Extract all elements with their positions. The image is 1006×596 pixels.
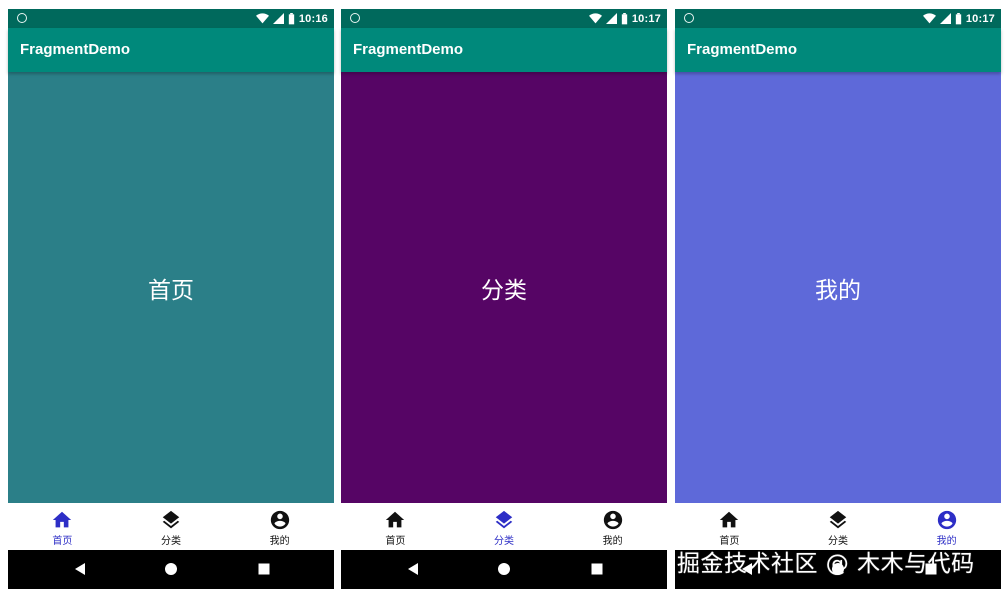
bottom-navigation: 首页 分类 我的 xyxy=(341,503,667,550)
nav-tab-home[interactable]: 首页 xyxy=(8,503,117,550)
notification-dot-icon xyxy=(350,13,360,23)
nav-tab-label: 首页 xyxy=(385,536,406,547)
status-icons: 10:17 xyxy=(588,9,661,28)
signal-icon xyxy=(939,13,951,24)
status-icons: 10:17 xyxy=(922,9,995,28)
back-icon[interactable] xyxy=(406,562,420,576)
account-circle-icon xyxy=(937,510,956,530)
layers-icon xyxy=(162,510,180,529)
app-title: FragmentDemo xyxy=(687,41,798,58)
system-navigation-bar xyxy=(341,550,667,589)
battery-icon xyxy=(955,12,962,24)
status-bar: 10:17 xyxy=(341,9,667,28)
app-bar: FragmentDemo xyxy=(341,28,667,72)
status-icons: 10:16 xyxy=(255,9,328,28)
notification-dot-icon xyxy=(17,13,27,23)
layers-icon xyxy=(829,510,847,529)
status-time: 10:17 xyxy=(965,12,995,25)
nav-tab-label: 我的 xyxy=(269,536,290,547)
nav-tab-home[interactable]: 首页 xyxy=(675,503,784,550)
wifi-icon xyxy=(922,13,936,24)
status-bar: 10:17 xyxy=(675,9,1001,28)
fragment-label: 我的 xyxy=(815,277,861,304)
fragment-label: 首页 xyxy=(148,277,194,304)
watermark-text: 掘金技术社区 @ 木木与代码 xyxy=(677,551,975,577)
nav-tab-mine[interactable]: 我的 xyxy=(558,503,667,550)
recents-square-icon[interactable] xyxy=(590,562,604,576)
layers-icon xyxy=(495,510,513,529)
battery-icon xyxy=(621,12,628,24)
notification-dot-icon xyxy=(684,13,694,23)
fragment-label: 分类 xyxy=(481,277,527,304)
fragment-content: 首页 xyxy=(8,72,334,503)
account-circle-icon xyxy=(603,510,622,530)
nav-tab-label: 首页 xyxy=(52,536,73,547)
fragment-content: 我的 xyxy=(675,72,1001,503)
app-bar: FragmentDemo xyxy=(8,28,334,72)
phone-screen-category: 10:17 FragmentDemo 分类 首页 分类 我的 xyxy=(341,9,667,589)
nav-tab-home[interactable]: 首页 xyxy=(341,503,450,550)
battery-icon xyxy=(288,12,295,24)
app-bar: FragmentDemo xyxy=(675,28,1001,72)
home-circle-icon[interactable] xyxy=(164,562,178,576)
status-time: 10:17 xyxy=(631,12,661,25)
bottom-navigation: 首页 分类 我的 xyxy=(8,503,334,550)
status-time: 10:16 xyxy=(298,12,328,25)
nav-tab-category[interactable]: 分类 xyxy=(784,503,893,550)
recents-square-icon[interactable] xyxy=(257,562,271,576)
status-bar: 10:16 xyxy=(8,9,334,28)
nav-tab-label: 我的 xyxy=(602,536,623,547)
app-title: FragmentDemo xyxy=(353,41,464,58)
home-circle-icon[interactable] xyxy=(497,562,511,576)
home-icon xyxy=(720,511,739,528)
wifi-icon xyxy=(588,13,602,24)
back-icon[interactable] xyxy=(73,562,87,576)
fragment-content: 分类 xyxy=(341,72,667,503)
wifi-icon xyxy=(255,13,269,24)
nav-tab-label: 分类 xyxy=(161,536,181,547)
nav-tab-mine[interactable]: 我的 xyxy=(892,503,1001,550)
nav-tab-label: 分类 xyxy=(494,536,514,547)
nav-tab-mine[interactable]: 我的 xyxy=(225,503,334,550)
signal-icon xyxy=(605,13,617,24)
system-navigation-bar xyxy=(8,550,334,589)
home-icon xyxy=(53,511,72,528)
phone-screen-home: 10:16 FragmentDemo 首页 首页 分类 我的 xyxy=(8,9,334,589)
phone-screen-mine: 10:17 FragmentDemo 我的 首页 分类 我的 xyxy=(675,9,1001,589)
signal-icon xyxy=(272,13,284,24)
app-title: FragmentDemo xyxy=(20,41,131,58)
nav-tab-category[interactable]: 分类 xyxy=(450,503,559,550)
account-circle-icon xyxy=(270,510,289,530)
nav-tab-category[interactable]: 分类 xyxy=(117,503,226,550)
home-icon xyxy=(386,511,405,528)
bottom-navigation: 首页 分类 我的 xyxy=(675,503,1001,550)
